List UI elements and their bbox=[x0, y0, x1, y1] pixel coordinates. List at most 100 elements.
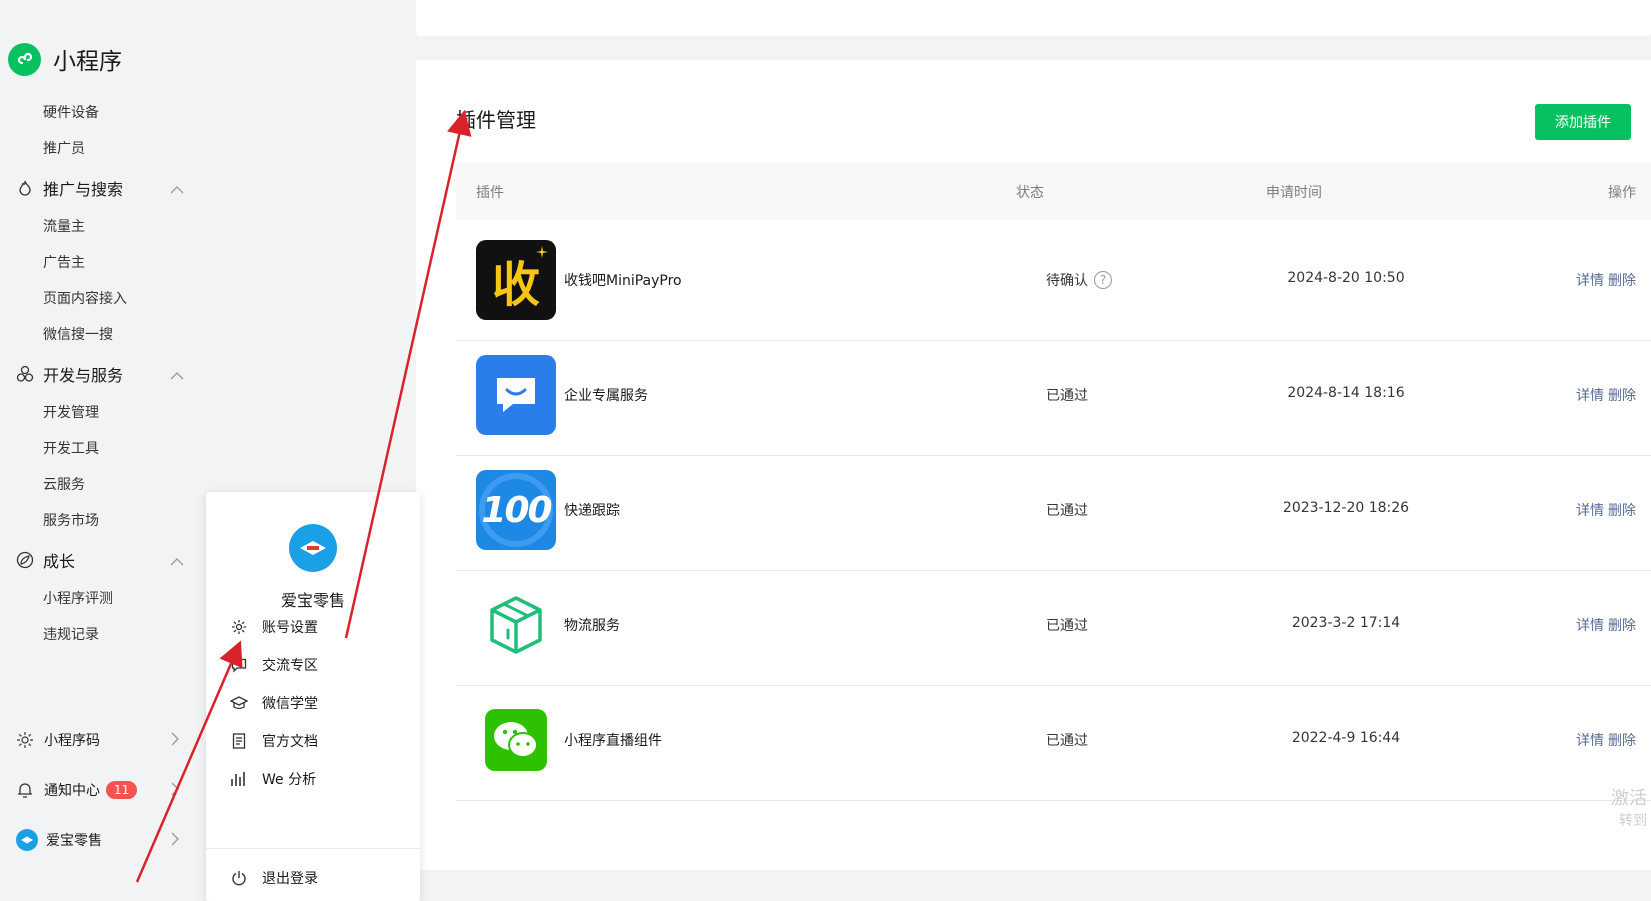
sidebar-footer-account[interactable]: 爱宝零售 bbox=[16, 828, 179, 852]
column-header-plugin: 插件 bbox=[476, 185, 504, 201]
row-actions: 详情 删除 bbox=[1568, 615, 1636, 635]
analytics-icon bbox=[230, 770, 248, 788]
chevron-up-icon bbox=[170, 552, 184, 571]
graduation-cap-icon bbox=[230, 694, 248, 712]
table-row: 收 收钱吧MiniPayPro 待确认 ? 2024-8-20 10:50 详情… bbox=[456, 220, 1651, 341]
delete-link[interactable]: 删除 bbox=[1608, 733, 1636, 749]
sidebar-item-cloud[interactable]: 云服务 bbox=[43, 474, 85, 494]
plugin-status: 已通过 bbox=[1046, 733, 1088, 749]
chat-bubble-icon bbox=[476, 355, 556, 435]
notice-count-badge: 11 bbox=[106, 781, 138, 799]
chevron-up-icon bbox=[170, 180, 184, 199]
sidebar-item-advertiser[interactable]: 广告主 bbox=[43, 252, 85, 272]
apply-time: 2024-8-20 10:50 bbox=[1287, 270, 1405, 286]
document-icon bbox=[230, 732, 248, 750]
apply-time: 2024-8-14 18:16 bbox=[1287, 385, 1405, 401]
sidebar-item-dev-manage[interactable]: 开发管理 bbox=[43, 402, 99, 422]
account-name: 爱宝零售 bbox=[280, 591, 345, 610]
delete-link[interactable]: 删除 bbox=[1608, 503, 1636, 519]
sidebar-item-traffic-owner[interactable]: 流量主 bbox=[43, 216, 85, 236]
plugin-name: 小程序直播组件 bbox=[564, 733, 662, 749]
row-actions: 详情 删除 bbox=[1568, 730, 1636, 750]
table-row: 物流服务 已通过 2023-3-2 17:14 详情 删除 bbox=[456, 565, 1651, 686]
bell-icon bbox=[16, 781, 34, 799]
plugin-management-card: 插件管理 添加插件 插件 状态 申请时间 操作 收 收钱吧MiniPayPro … bbox=[416, 60, 1651, 870]
activation-watermark: 激活 转到 bbox=[1611, 788, 1647, 832]
table-row: 100 快递跟踪 已通过 2023-12-20 18:26 详情 删除 bbox=[456, 450, 1651, 571]
menu-divider bbox=[206, 848, 420, 849]
menu-item-label: 交流专区 bbox=[262, 658, 318, 674]
row-actions: 详情 删除 bbox=[1568, 500, 1636, 520]
plugin-name: 快递跟踪 bbox=[564, 503, 620, 519]
plugin-status: 已通过 bbox=[1046, 618, 1088, 634]
power-icon bbox=[230, 869, 248, 887]
sidebar-footer-qrcode[interactable]: 小程序码 bbox=[16, 728, 179, 752]
column-header-status: 状态 bbox=[1016, 185, 1044, 201]
sidebar-group-label: 成长 bbox=[43, 552, 76, 571]
plugin-status: 已通过 bbox=[1046, 503, 1088, 519]
apply-time: 2023-12-20 18:26 bbox=[1282, 500, 1410, 516]
menu-item-we-analysis[interactable]: We 分析 bbox=[230, 769, 316, 789]
sidebar-item-violations[interactable]: 违规记录 bbox=[43, 624, 99, 644]
sidebar-footer-notice[interactable]: 通知中心 11 bbox=[16, 778, 179, 802]
row-actions: 详情 删除 bbox=[1568, 270, 1636, 290]
menu-item-account-settings[interactable]: 账号设置 bbox=[230, 617, 318, 637]
account-avatar bbox=[16, 829, 38, 851]
detail-link[interactable]: 详情 bbox=[1576, 618, 1604, 634]
detail-link[interactable]: 详情 bbox=[1576, 503, 1604, 519]
sidebar-item-review[interactable]: 小程序评测 bbox=[43, 588, 113, 608]
row-actions: 详情 删除 bbox=[1568, 385, 1636, 405]
column-header-time: 申请时间 bbox=[1266, 185, 1322, 201]
delete-link[interactable]: 删除 bbox=[1608, 388, 1636, 404]
add-plugin-button[interactable]: 添加插件 bbox=[1535, 104, 1631, 140]
shouqianba-icon-glyph: 收 bbox=[491, 257, 540, 313]
sidebar-item-dev-tools[interactable]: 开发工具 bbox=[43, 438, 99, 458]
brand-title: 小程序 bbox=[53, 49, 122, 75]
menu-item-wechat-academy[interactable]: 微信学堂 bbox=[230, 693, 318, 713]
sidebar-group-dev[interactable]: 开发与服务 bbox=[16, 362, 184, 386]
sidebar-item-wechat-search[interactable]: 微信搜一搜 bbox=[43, 324, 113, 344]
sidebar-item-service-market[interactable]: 服务市场 bbox=[43, 510, 99, 530]
account-popup: 爱宝零售 账号设置 交流专区 微信学堂 官方文档 We 分析 退出登录 bbox=[206, 492, 420, 901]
plugin-status: 已通过 bbox=[1046, 388, 1088, 404]
sidebar-item-hardware[interactable]: 硬件设备 bbox=[43, 102, 99, 122]
table-row: 小程序直播组件 已通过 2022-4-9 16:44 详情 删除 bbox=[456, 680, 1651, 801]
chevron-right-icon bbox=[170, 782, 180, 800]
kuaidi100-icon-glyph: 100 bbox=[481, 489, 552, 531]
apply-time: 2022-4-9 16:44 bbox=[1291, 730, 1401, 746]
chevron-up-icon bbox=[170, 366, 184, 385]
detail-link[interactable]: 详情 bbox=[1576, 273, 1604, 289]
detail-link[interactable]: 详情 bbox=[1576, 388, 1604, 404]
menu-item-label: 官方文档 bbox=[262, 734, 318, 750]
menu-item-label: 账号设置 bbox=[262, 620, 318, 636]
menu-item-logout[interactable]: 退出登录 bbox=[230, 868, 318, 888]
miniprogram-logo-icon bbox=[8, 42, 41, 76]
sidebar-item-page-content[interactable]: 页面内容接入 bbox=[43, 288, 127, 308]
menu-item-label: 微信学堂 bbox=[262, 696, 318, 712]
status-text: 待确认 bbox=[1046, 273, 1088, 289]
watermark-line: 激活 bbox=[1611, 788, 1647, 809]
plugin-name: 物流服务 bbox=[564, 618, 620, 634]
brand[interactable]: 小程序 bbox=[8, 42, 122, 76]
delete-link[interactable]: 删除 bbox=[1608, 618, 1636, 634]
chevron-right-icon bbox=[170, 732, 180, 750]
plugin-status: 待确认 ? bbox=[1046, 270, 1112, 290]
detail-link[interactable]: 详情 bbox=[1576, 733, 1604, 749]
shouqianba-icon: 收 bbox=[476, 240, 556, 320]
delete-link[interactable]: 删除 bbox=[1608, 273, 1636, 289]
message-icon bbox=[230, 656, 248, 674]
sidebar-group-promo[interactable]: 推广与搜索 bbox=[16, 176, 184, 200]
sidebar-group-label: 开发与服务 bbox=[43, 366, 124, 385]
sidebar-footer-label: 小程序码 bbox=[44, 733, 100, 749]
help-question-icon[interactable]: ? bbox=[1094, 271, 1112, 289]
menu-item-community[interactable]: 交流专区 bbox=[230, 655, 318, 675]
sidebar-item-promoter[interactable]: 推广员 bbox=[43, 138, 85, 158]
chevron-right-icon bbox=[170, 832, 180, 850]
top-panel bbox=[416, 0, 1651, 36]
growth-icon bbox=[16, 551, 34, 569]
sidebar-footer-label: 通知中心 bbox=[44, 783, 100, 799]
apply-time: 2023-3-2 17:14 bbox=[1291, 615, 1401, 631]
table-header: 插件 状态 申请时间 操作 bbox=[456, 162, 1651, 220]
sidebar-group-growth[interactable]: 成长 bbox=[16, 548, 184, 572]
menu-item-docs[interactable]: 官方文档 bbox=[230, 731, 318, 751]
